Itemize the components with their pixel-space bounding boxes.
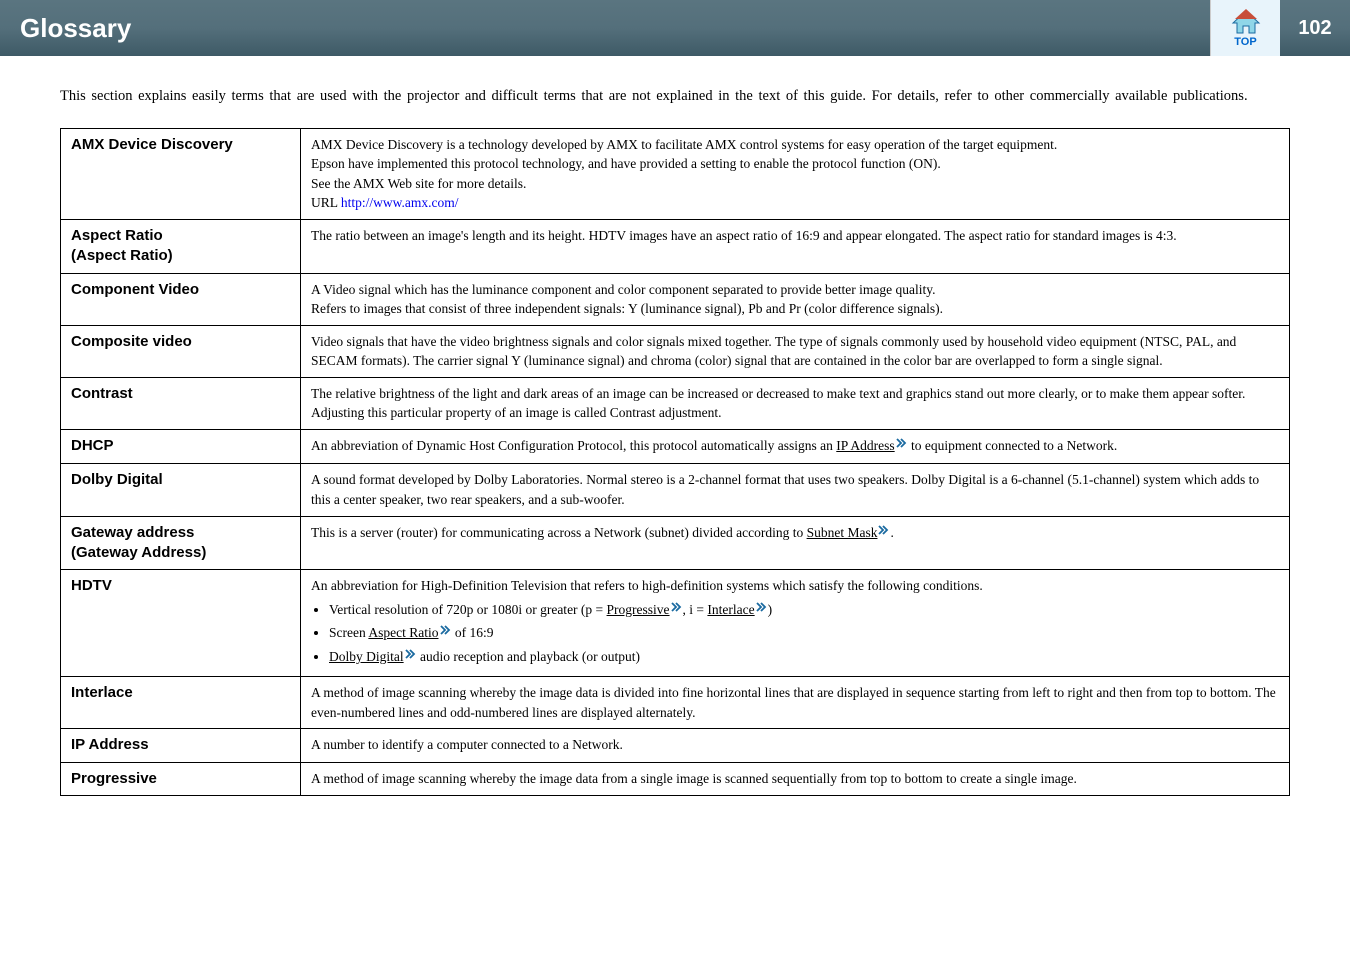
table-row: DHCP An abbreviation of Dynamic Host Con… [61,429,1290,464]
def-composite: Video signals that have the video bright… [301,325,1290,377]
crossref-progressive[interactable]: Progressive [607,602,670,617]
house-up-icon [1231,9,1261,35]
list-item: Dolby Digital audio reception and playba… [329,647,1279,669]
table-row: AMX Device Discovery AMX Device Discover… [61,128,1290,219]
term-ip: IP Address [61,729,301,762]
term-composite: Composite video [61,325,301,377]
def-text: Vertical resolution of 720p or 1080i or … [329,602,607,617]
def-text: . [890,525,893,540]
table-row: Composite video Video signals that have … [61,325,1290,377]
crossref-interlace[interactable]: Interlace [707,602,754,617]
def-text: , i = [683,602,708,617]
term-contrast: Contrast [61,377,301,429]
table-row: Gateway address (Gateway Address) This i… [61,516,1290,570]
def-dolby: A sound format developed by Dolby Labora… [301,464,1290,516]
crossref-icon [756,602,768,622]
def-text: An abbreviation of Dynamic Host Configur… [311,438,836,453]
def-interlace: A method of image scanning whereby the i… [301,677,1290,729]
content-area: This section explains easily terms that … [0,56,1350,816]
top-button[interactable]: TOP [1210,0,1280,56]
crossref-subnetmask[interactable]: Subnet Mask [807,525,878,540]
term-dhcp: DHCP [61,429,301,464]
term-amx: AMX Device Discovery [61,128,301,219]
def-ip: A number to identify a computer connecte… [301,729,1290,762]
def-line: AMX Device Discovery is a technology dev… [311,135,1279,155]
def-amx: AMX Device Discovery is a technology dev… [301,128,1290,219]
crossref-icon [671,602,683,622]
def-contrast: The relative brightness of the light and… [301,377,1290,429]
page-title: Glossary [0,0,1210,56]
table-row: Component Video A Video signal which has… [61,273,1290,325]
crossref-ipaddress[interactable]: IP Address [836,438,894,453]
table-row: Interlace A method of image scanning whe… [61,677,1290,729]
def-dhcp: An abbreviation of Dynamic Host Configur… [301,429,1290,464]
table-row: Contrast The relative brightness of the … [61,377,1290,429]
page-number: 102 [1280,0,1350,56]
table-row: IP Address A number to identify a comput… [61,729,1290,762]
term-component: Component Video [61,273,301,325]
crossref-icon [896,438,908,458]
crossref-aspectratio[interactable]: Aspect Ratio [368,625,438,640]
def-line: See the AMX Web site for more details. [311,174,1279,194]
header-right: TOP 102 [1210,0,1350,56]
def-line: Epson have implemented this protocol tec… [311,154,1279,174]
term-interlace: Interlace [61,677,301,729]
amx-url-link[interactable]: http://www.amx.com/ [341,195,459,210]
def-text: of 16:9 [452,625,494,640]
crossref-icon [440,625,452,645]
intro-text: This section explains easily terms that … [60,86,1290,108]
crossref-icon [878,525,890,545]
def-aspect: The ratio between an image's length and … [301,220,1290,274]
list-item: Vertical resolution of 720p or 1080i or … [329,600,1279,622]
def-line: URL http://www.amx.com/ [311,193,1279,213]
hdtv-bullets: Vertical resolution of 720p or 1080i or … [329,600,1279,669]
table-row: Progressive A method of image scanning w… [61,762,1290,795]
term-hdtv: HDTV [61,570,301,677]
def-hdtv: An abbreviation for High-Definition Tele… [301,570,1290,677]
crossref-icon [405,649,417,669]
def-component: A Video signal which has the luminance c… [301,273,1290,325]
table-row: Aspect Ratio (Aspect Ratio) The ratio be… [61,220,1290,274]
def-text: to equipment connected to a Network. [908,438,1118,453]
term-aspect: Aspect Ratio (Aspect Ratio) [61,220,301,274]
table-row: Dolby Digital A sound format developed b… [61,464,1290,516]
term-gateway: Gateway address (Gateway Address) [61,516,301,570]
glossary-table: AMX Device Discovery AMX Device Discover… [60,128,1290,796]
term-progressive: Progressive [61,762,301,795]
table-row: HDTV An abbreviation for High-Definition… [61,570,1290,677]
def-gateway: This is a server (router) for communicat… [301,516,1290,570]
def-text: audio reception and playback (or output) [417,649,640,664]
def-line: An abbreviation for High-Definition Tele… [311,576,1279,596]
def-text: ) [768,602,773,617]
list-item: Screen Aspect Ratio of 16:9 [329,623,1279,645]
page-header: Glossary TOP 102 [0,0,1350,56]
term-dolby: Dolby Digital [61,464,301,516]
top-label: TOP [1234,36,1256,48]
crossref-dolbydigital[interactable]: Dolby Digital [329,649,404,664]
def-line: Refers to images that consist of three i… [311,299,1279,319]
def-text: Screen [329,625,368,640]
def-progressive: A method of image scanning whereby the i… [301,762,1290,795]
url-prefix: URL [311,195,341,210]
def-text: This is a server (router) for communicat… [311,525,807,540]
def-line: A Video signal which has the luminance c… [311,280,1279,300]
